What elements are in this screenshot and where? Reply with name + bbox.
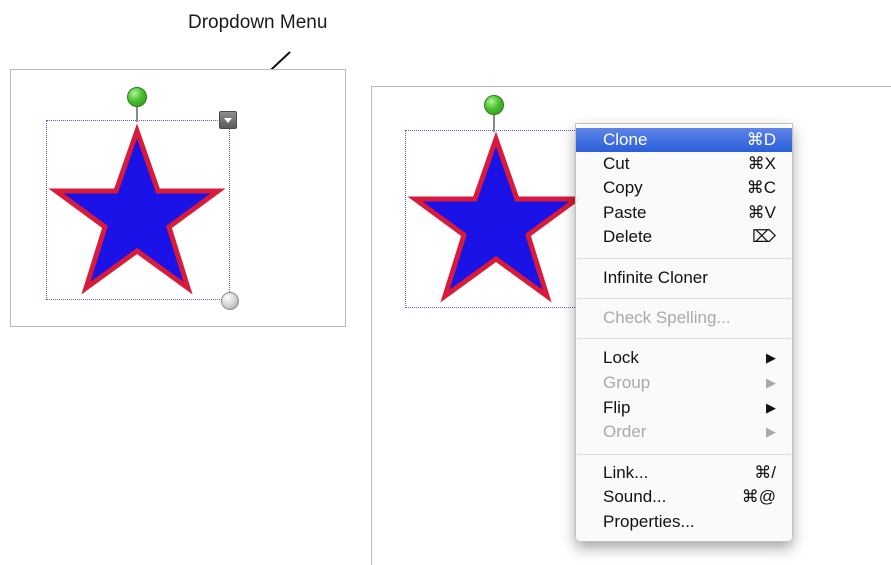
menu-item-check-spelling: Check Spelling... [603, 308, 731, 327]
rotate-handle-icon[interactable] [127, 87, 147, 107]
menu-item-clone[interactable]: Clone ⌘D [576, 128, 792, 152]
menu-separator [577, 454, 791, 455]
menu-item-flip[interactable]: Flip ▶ [576, 396, 792, 420]
submenu-arrow-icon: ▶ [766, 350, 776, 365]
menu-item-order: Order ▶ [576, 420, 792, 444]
rotate-handle-stem-right [493, 113, 495, 132]
menu-item-link[interactable]: Link... ⌘/ [576, 461, 792, 485]
rotate-handle-icon[interactable] [484, 95, 504, 115]
menu-item-properties[interactable]: Properties... [576, 510, 792, 534]
menu-item-sound[interactable]: Sound... ⌘@ [576, 485, 792, 509]
menu-item-cut[interactable]: Cut ⌘X [576, 152, 792, 176]
menu-item-delete[interactable]: Delete ⌦ [576, 225, 792, 249]
star-shape-icon[interactable] [405, 132, 587, 306]
menu-item-paste[interactable]: Paste ⌘V [576, 201, 792, 225]
menu-item-copy[interactable]: Copy ⌘C [576, 176, 792, 200]
submenu-arrow-icon: ▶ [766, 375, 776, 390]
submenu-arrow-icon: ▶ [766, 424, 776, 439]
menu-separator [577, 258, 791, 259]
menu-separator [577, 338, 791, 339]
star-shape-icon[interactable] [46, 124, 228, 298]
submenu-arrow-icon: ▶ [766, 400, 776, 415]
menu-item-infinite-cloner[interactable]: Infinite Cloner [576, 266, 792, 290]
menu-separator [577, 298, 791, 299]
menu-item-lock[interactable]: Lock ▶ [576, 346, 792, 370]
callout-label: Dropdown Menu [188, 12, 328, 33]
menu-item-group: Group ▶ [576, 371, 792, 395]
context-menu: Clone ⌘D Cut ⌘X Copy ⌘C Paste ⌘V Delete … [575, 123, 793, 542]
screenshot-stage: Dropdown Menu Clone ⌘D Cut ⌘X Copy ⌘C Pa… [0, 0, 891, 565]
